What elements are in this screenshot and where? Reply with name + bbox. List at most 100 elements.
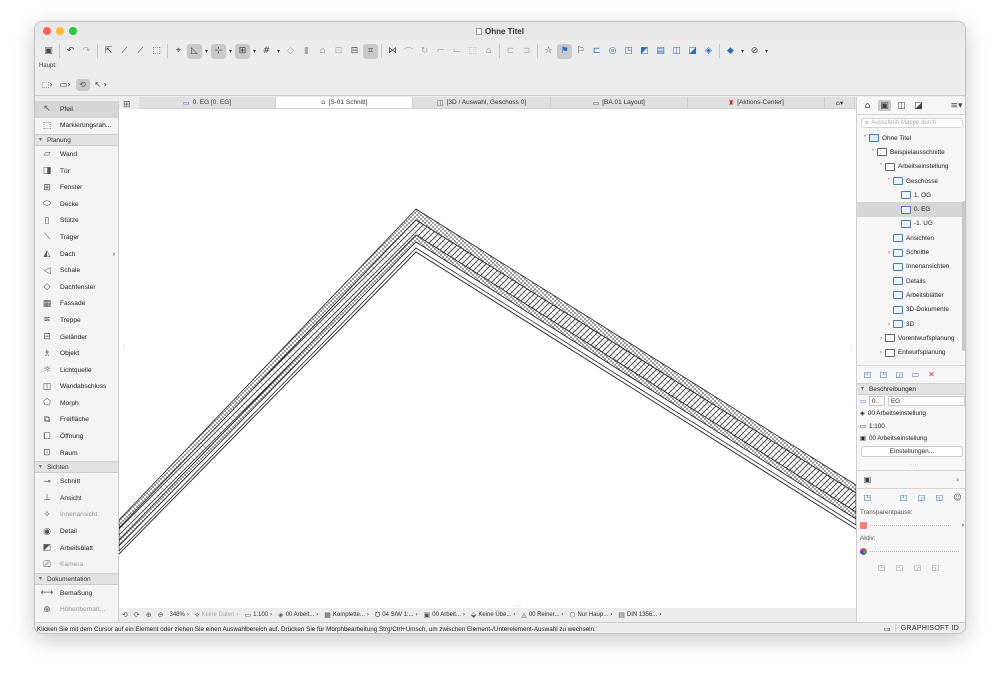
section-icon[interactable]: ⌗ (363, 43, 378, 59)
chevron-right-icon[interactable]: › (885, 249, 893, 256)
delete-icon[interactable]: ✕ (926, 369, 937, 380)
add-on-caret[interactable]: ▾ (763, 44, 770, 59)
trace-icon[interactable]: ▮ (299, 44, 314, 59)
tool-beam[interactable]: ⟍ Träger (35, 229, 118, 246)
close-window-button[interactable] (43, 27, 51, 35)
tree-item[interactable]: › 3D (857, 317, 965, 331)
resize-handle-right[interactable]: ⋮ (848, 344, 854, 351)
tree-item[interactable]: Ansichten (857, 231, 965, 245)
bimcloud-caret[interactable]: ▾ (739, 44, 746, 59)
tool-shell[interactable]: ◁ Schale (35, 262, 118, 279)
resize-handle-left[interactable]: ⋮ (121, 344, 127, 351)
show-hide-icon[interactable]: ⊟ (347, 44, 362, 59)
marquee-shape-icon[interactable]: ▭› (58, 79, 73, 91)
tree-item[interactable]: › Vorentwurfsplanung (857, 331, 965, 345)
tab-floor-plan[interactable]: ▭ 0. EG [0. EG] (139, 97, 277, 108)
chevron-down-icon[interactable]: ˅ (885, 178, 893, 185)
view-id-field[interactable]: 0. (868, 396, 885, 407)
snap-guides-caret[interactable]: ▾ (227, 44, 234, 59)
tab-section[interactable]: ⌂ [S-01 Schnitt] (276, 97, 414, 108)
section-dokumentation[interactable]: ▼ Dokumentation (35, 573, 118, 586)
descriptions-header[interactable]: ▼ Beschreibungen (857, 383, 965, 395)
section-sichten[interactable]: ▼ Sichten (35, 461, 118, 474)
dimension-dropdown[interactable]: ▤ DIN 1356... › (618, 611, 661, 619)
zoom-in-icon[interactable]: ⊕ (146, 611, 152, 619)
zoom-window-button[interactable] (69, 27, 77, 35)
elevate-icon[interactable]: ⌙ (449, 44, 464, 59)
tool-lamp[interactable]: ☼ Lichtquelle (35, 362, 118, 379)
graphic-override-dropdown[interactable]: ⬙ Keine Übe... › (471, 611, 515, 619)
move-reference-icon[interactable]: ◲ (916, 492, 927, 503)
zoom-back-icon[interactable]: ⟲ (122, 611, 128, 619)
tree-item[interactable]: Arbeitsblätter (857, 288, 965, 302)
split-icon[interactable]: ⊏ (503, 44, 518, 59)
explode-icon[interactable]: ⊐ (519, 44, 534, 59)
chevron-right-icon[interactable]: › (952, 474, 963, 485)
pick-up-icon[interactable]: ⟋ (117, 44, 132, 59)
tool-wall-end[interactable]: ◫ Wandabschluss (35, 379, 118, 396)
chevron-down-icon[interactable]: ˅ (861, 135, 869, 142)
structure-display-dropdown[interactable]: ⬡ Nur Haup... › (569, 611, 612, 619)
view-map-icon[interactable]: ▣ (878, 100, 891, 111)
resize-handle-top[interactable]: ···· (514, 109, 522, 114)
tree-item[interactable]: › Schnitte (857, 245, 965, 259)
renovation-dropdown[interactable]: ◬ 00 Reiner... › (521, 611, 563, 619)
tab-3d[interactable]: ◫ [3D / Auswahl, Geschoss 0] (413, 97, 551, 108)
tool-skylight[interactable]: ◇ Dachfenster (35, 279, 118, 296)
magnet-caret[interactable]: ▾ (275, 44, 282, 59)
minimize-window-button[interactable] (56, 27, 64, 35)
tool-detail[interactable]: ◉ Detail (35, 523, 118, 540)
resize-handle-bottom[interactable]: ···· (514, 603, 522, 608)
tool-railing[interactable]: ⊟ Geländer (35, 329, 118, 346)
reset-reference-icon[interactable]: ☺ (952, 492, 963, 503)
tool-level-dimension[interactable]: ⊕ Höhenbemaß... (35, 602, 118, 619)
rotate-reference-icon[interactable]: ◱ (934, 492, 945, 503)
marquee-icon[interactable]: ⬚ (149, 44, 164, 59)
tool-opening[interactable]: ⧠ Öffnung (35, 428, 118, 445)
flag-icon[interactable]: ⚑ (557, 43, 572, 59)
panel-toggle-icon[interactable]: ▭ (884, 625, 891, 633)
guide-lines-caret[interactable]: ▾ (203, 44, 210, 59)
offset-icon[interactable]: ⌂ (481, 44, 496, 59)
mirror-icon[interactable]: ⌐ (433, 44, 448, 59)
trace-reference-icon[interactable]: ◳ (862, 492, 873, 503)
zoom-forward-icon[interactable]: ⟳ (134, 611, 140, 619)
tool-elevation[interactable]: ⊥ Ansicht (35, 490, 118, 507)
trace-show-icon[interactable]: ◲ (912, 562, 923, 573)
tool-worksheet[interactable]: ◩ Arbeitsblatt (35, 540, 118, 557)
new-folder-icon[interactable]: ◰ (862, 369, 873, 380)
section-planung[interactable]: ▼ Planung (35, 134, 118, 147)
chevron-down-icon[interactable]: ˅ (869, 149, 877, 156)
star-icon[interactable]: ☆ (541, 44, 556, 59)
tool-roof[interactable]: ◭ Dach › (35, 246, 118, 263)
guide-lines-icon[interactable]: ◺ (187, 43, 202, 59)
tree-item[interactable]: ˅ Beispielausschnitte (857, 145, 965, 159)
chevron-right-icon[interactable]: › (877, 349, 885, 356)
transparency-slider[interactable]: › (857, 518, 965, 532)
tree-item[interactable]: ˅ Geschosse (857, 174, 965, 188)
drawing-icon[interactable]: ◳ (621, 44, 636, 59)
layers-icon[interactable]: ◇ (283, 44, 298, 59)
redo-icon[interactable]: ↷ (79, 44, 94, 59)
render-icon[interactable]: ⊡ (331, 44, 346, 59)
settings-button[interactable]: Einstellungen... (861, 446, 963, 457)
scale-dropdown[interactable]: ▭ 1:100 › (245, 611, 273, 619)
tree-item[interactable]: ˅ Ohne Titel (857, 131, 965, 145)
label-tag-icon[interactable]: ◈ (701, 44, 716, 59)
tool-window[interactable]: ⊞ Fenster (35, 179, 118, 196)
grid-snap-icon[interactable]: ⊞ (235, 43, 250, 59)
tree-item[interactable]: ›Genehmigungsplan (857, 360, 965, 363)
add-on-icon[interactable]: ⊘ (747, 44, 762, 59)
lock-icon[interactable]: ⌂ (315, 44, 330, 59)
tool-section[interactable]: ⊸ Schnitt (35, 473, 118, 490)
inject-icon[interactable]: ⟋ (133, 44, 148, 59)
view-icon[interactable]: ⊏ (589, 44, 604, 59)
tab-action-center[interactable]: ♜ [Aktions-Center] (688, 97, 826, 108)
tree-item[interactable]: Innenansichten (857, 260, 965, 274)
tree-item[interactable]: 3D-Dokumente (857, 303, 965, 317)
tag-icon[interactable]: ▤ (653, 44, 668, 59)
model-view-dropdown[interactable]: ▦ Komplette... › (324, 611, 369, 619)
active-slider[interactable] (857, 544, 965, 558)
publisher-sets-icon[interactable]: ◪ (912, 100, 925, 111)
tool-curtain-wall[interactable]: ▦ Fassade (35, 296, 118, 313)
